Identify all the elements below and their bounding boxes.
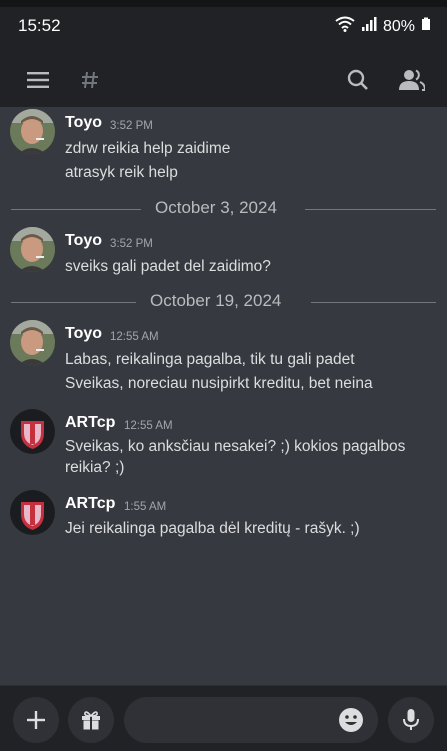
message-text: Labas, reikalinga pagalba, tik tu gali p…	[65, 351, 355, 368]
avatar[interactable]	[10, 409, 55, 454]
signal-icon	[361, 16, 377, 37]
message-author[interactable]: ARTcp	[65, 414, 115, 432]
message-list: Toyo 3:52 PM zdrw reikia help zaidime at…	[0, 107, 447, 685]
message: Toyo 3:52 PM sveiks gali padet del zaidi…	[0, 227, 447, 279]
battery-icon	[421, 17, 431, 36]
battery-percent: 80%	[382, 17, 415, 35]
message-composer	[0, 685, 447, 751]
message-text: atrasyk reik help	[65, 164, 178, 181]
message-text: Jei reikalinga pagalba dėl kreditų - raš…	[65, 520, 360, 537]
plus-icon[interactable]	[13, 697, 59, 743]
avatar[interactable]	[10, 109, 55, 154]
members-icon[interactable]	[393, 62, 431, 98]
divider-date: October 3, 2024	[155, 198, 277, 217]
status-time: 15:52	[18, 16, 61, 35]
search-icon[interactable]	[340, 62, 376, 98]
wifi-icon	[335, 16, 355, 37]
message-author[interactable]: Toyo	[65, 325, 102, 343]
message-timestamp: 3:52 PM	[110, 120, 153, 132]
hash-icon[interactable]	[72, 62, 108, 98]
message: ARTcp 12:55 AM Sveikas, ko anksčiau nesa…	[0, 409, 447, 481]
emoji-icon[interactable]	[336, 705, 366, 735]
message-text: Sveikas, noreciau nusipirkt kreditu, bet…	[65, 375, 373, 392]
message-timestamp: 12:55 AM	[124, 420, 173, 432]
avatar[interactable]	[10, 490, 55, 535]
message: Toyo 12:55 AM Labas, reikalinga pagalba,…	[0, 320, 447, 396]
gift-icon[interactable]	[68, 697, 114, 743]
message-author[interactable]: Toyo	[65, 232, 102, 250]
message-timestamp: 1:55 AM	[124, 501, 167, 513]
message-text: sveiks gali padet del zaidimo?	[65, 258, 271, 275]
menu-icon[interactable]	[20, 62, 56, 98]
microphone-icon[interactable]	[388, 697, 434, 743]
message-timestamp: 3:52 PM	[110, 238, 153, 250]
message-author[interactable]: Toyo	[65, 114, 102, 132]
message-text: reikia? ;)	[65, 459, 125, 476]
message-text: Sveikas, ko anksčiau nesakei? ;) kokios …	[65, 438, 406, 455]
message-author[interactable]: ARTcp	[65, 495, 115, 513]
date-divider: October 19, 2024	[11, 291, 436, 315]
message: Toyo 3:52 PM zdrw reikia help zaidime at…	[0, 109, 447, 185]
divider-date: October 19, 2024	[150, 291, 282, 310]
message-timestamp: 12:55 AM	[110, 331, 159, 343]
message-text: zdrw reikia help zaidime	[65, 140, 231, 157]
channel-header	[0, 52, 447, 107]
avatar[interactable]	[10, 320, 55, 365]
status-bar: 15:52 80%	[0, 0, 447, 52]
avatar[interactable]	[10, 227, 55, 272]
date-divider: October 3, 2024	[11, 198, 436, 222]
message: ARTcp 1:55 AM Jei reikalinga pagalba dėl…	[0, 490, 447, 542]
status-icons: 80%	[335, 16, 431, 37]
